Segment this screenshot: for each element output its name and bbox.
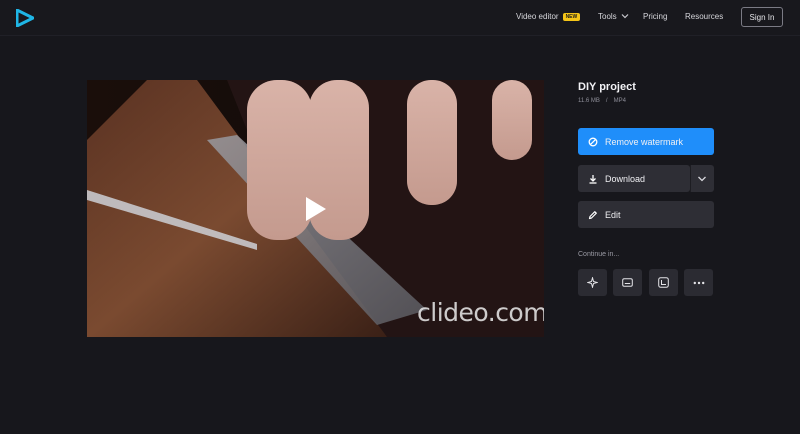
- nav-tools-label: Tools: [598, 12, 617, 21]
- sign-in-button[interactable]: Sign In: [741, 7, 783, 27]
- edit-button[interactable]: Edit: [578, 201, 714, 228]
- file-title: DIY project: [578, 81, 636, 93]
- play-icon[interactable]: [305, 196, 327, 222]
- video-watermark: clideo.com: [417, 298, 544, 327]
- tool-crop-button[interactable]: [649, 269, 678, 296]
- subtitles-icon: [622, 278, 633, 287]
- remove-watermark-label: Remove watermark: [605, 136, 684, 147]
- tool-subtitles-button[interactable]: [613, 269, 642, 296]
- pencil-icon: [588, 210, 597, 219]
- nav-video-editor-label: Video editor: [516, 12, 559, 21]
- download-icon: [589, 174, 597, 184]
- file-size: 11.6 MB: [578, 98, 600, 104]
- continue-in-label: Continue in...: [578, 251, 620, 258]
- file-meta: 11.6 MB / MP4: [578, 98, 626, 104]
- download-label: Download: [605, 173, 646, 184]
- nav-resources[interactable]: Resources: [685, 12, 723, 21]
- button-divider: [690, 165, 691, 192]
- more-icon: [693, 281, 704, 284]
- nav-pricing[interactable]: Pricing: [643, 12, 667, 21]
- remove-watermark-button[interactable]: Remove watermark: [578, 128, 714, 155]
- chevron-down-icon: [621, 14, 629, 19]
- logo-icon[interactable]: [16, 9, 34, 27]
- tool-more-button[interactable]: [684, 269, 713, 296]
- sparkle-icon: [587, 277, 598, 288]
- tool-sparkle-button[interactable]: [578, 269, 607, 296]
- ban-icon: [588, 137, 598, 146]
- nav-tools[interactable]: Tools: [598, 12, 629, 21]
- new-badge: NEW: [562, 13, 581, 21]
- crop-icon: [658, 277, 669, 288]
- header: Video editor NEW Tools Pricing Resources …: [0, 0, 800, 36]
- meta-separator: /: [605, 98, 608, 104]
- edit-label: Edit: [605, 209, 621, 220]
- download-options-button[interactable]: [690, 165, 714, 192]
- chevron-down-icon: [698, 176, 706, 181]
- nav-video-editor[interactable]: Video editor NEW: [516, 12, 581, 21]
- file-format: MP4: [613, 98, 626, 104]
- download-button[interactable]: Download: [578, 165, 690, 192]
